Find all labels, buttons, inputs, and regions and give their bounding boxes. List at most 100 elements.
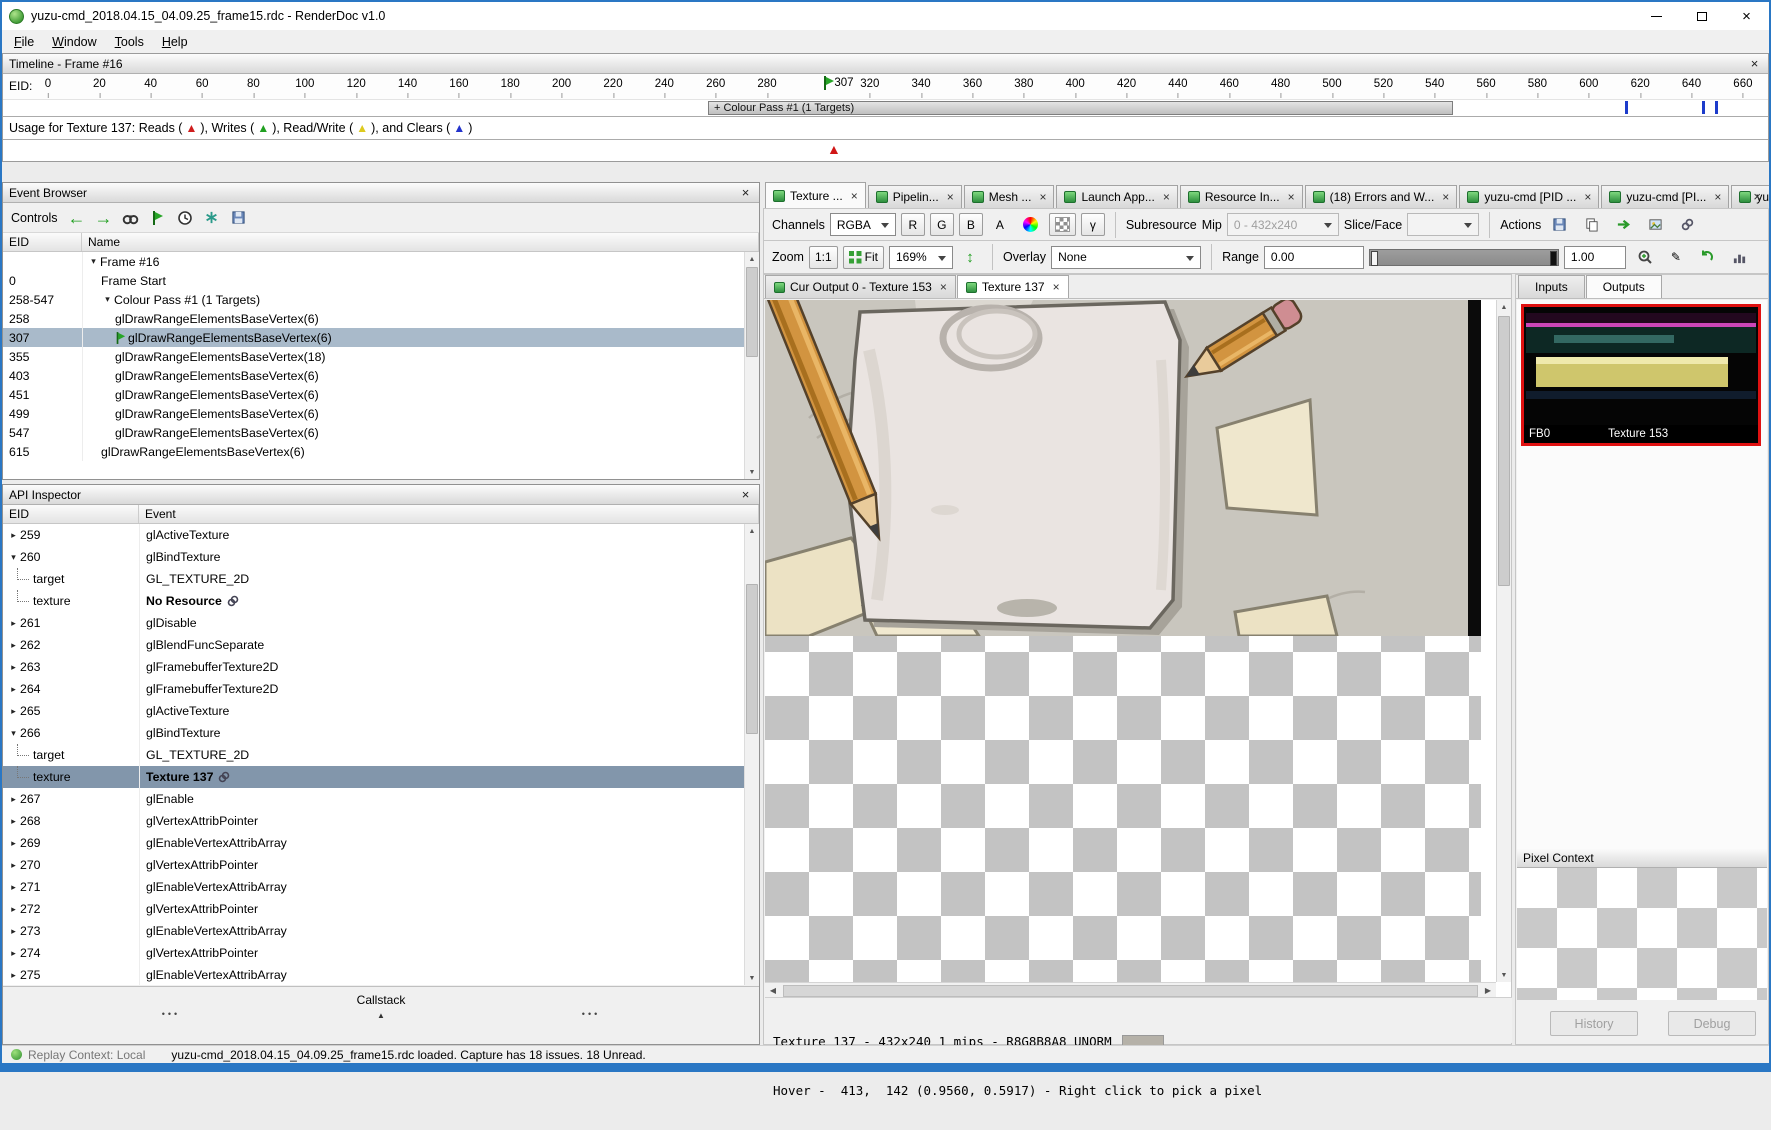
tree-expander-icon[interactable]: ▸	[7, 904, 20, 915]
tree-expander-icon[interactable]: ▸	[7, 640, 20, 651]
channels-select[interactable]: RGBA	[830, 213, 896, 236]
tab-launch-application[interactable]: Launch App...×	[1056, 185, 1177, 208]
api-inspector-header[interactable]: API Inspector ×	[3, 485, 759, 505]
output-thumbnail-fb0[interactable]: FB0 Texture 153	[1521, 304, 1761, 446]
tree-expander-icon[interactable]: ▾	[87, 256, 100, 267]
pixel-context-header[interactable]: Pixel Context	[1517, 848, 1767, 868]
scrollbar-thumb[interactable]	[783, 985, 1478, 997]
tree-expander-icon[interactable]: ▸	[7, 860, 20, 871]
zoom-1-1-button[interactable]: 1:1	[809, 246, 838, 269]
scroll-up-icon[interactable]: ▲	[1497, 300, 1511, 314]
gamma-button[interactable]: γ	[1081, 213, 1105, 236]
tab-errors-warnings[interactable]: (18) Errors and W...×	[1305, 185, 1458, 208]
reset-range-button[interactable]	[1693, 246, 1721, 269]
tree-expander-icon[interactable]: ▸	[7, 530, 20, 541]
tree-expander-icon[interactable]: ▸	[7, 816, 20, 827]
event-browser-scrollbar[interactable]: ▲ ▼	[744, 252, 759, 479]
api-row[interactable]: ▸259glActiveTexture	[3, 524, 744, 546]
api-row[interactable]: textureTexture 137	[3, 766, 744, 788]
api-row[interactable]: ▸273glEnableVertexAttribArray	[3, 920, 744, 942]
flip-y-button[interactable]: ↕	[958, 246, 982, 269]
tree-expander-icon[interactable]: ▸	[7, 618, 20, 629]
step-forward-button[interactable]: →	[94, 208, 114, 228]
fit-button[interactable]: Fit	[843, 246, 884, 269]
splitter-handle[interactable]: •••	[582, 1009, 600, 1019]
textab-texture-137[interactable]: Texture 137×	[957, 275, 1069, 298]
debug-button[interactable]: Debug	[1668, 1011, 1756, 1036]
api-row[interactable]: ▸274glVertexAttribPointer	[3, 942, 744, 964]
event-row[interactable]: 355glDrawRangeElementsBaseVertex(18)	[3, 347, 744, 366]
scrollbar-thumb[interactable]	[1498, 316, 1510, 586]
event-row[interactable]: 258-547▾Colour Pass #1 (1 Targets)	[3, 290, 744, 309]
tree-expander-icon[interactable]: ▸	[7, 970, 20, 981]
close-tab-icon[interactable]: ×	[1288, 190, 1295, 204]
column-eid[interactable]: EID	[3, 505, 139, 523]
column-eid[interactable]: EID	[3, 233, 82, 251]
splitter-handle[interactable]: •••	[162, 1009, 180, 1019]
alpha-channel-button[interactable]: A	[988, 213, 1012, 236]
close-tab-icon[interactable]: ×	[1442, 190, 1449, 204]
scroll-left-icon[interactable]: ◀	[765, 986, 781, 995]
replay-context-label[interactable]: Replay Context: Local	[28, 1048, 145, 1062]
mip-select[interactable]: 0 - 432x240	[1227, 213, 1339, 236]
close-tab-icon[interactable]: ×	[947, 190, 954, 204]
tab-inputs[interactable]: Inputs	[1518, 275, 1585, 298]
api-row[interactable]: textureNo Resource	[3, 590, 744, 612]
menu-tools[interactable]: Tools	[106, 32, 153, 52]
tab-capture-connection-3[interactable]: yuzu-cmd [PI...×	[1731, 185, 1771, 208]
event-row[interactable]: 258glDrawRangeElementsBaseVertex(6)	[3, 309, 744, 328]
api-row[interactable]: ▸262glBlendFuncSeparate	[3, 634, 744, 656]
blue-channel-button[interactable]: B	[959, 213, 983, 236]
zoom-range-button[interactable]	[1631, 246, 1659, 269]
api-row[interactable]: targetGL_TEXTURE_2D	[3, 744, 744, 766]
tab-capture-connection-2[interactable]: yuzu-cmd [PI...×	[1601, 185, 1729, 208]
menu-file[interactable]: File	[5, 32, 43, 52]
api-row[interactable]: ▸268glVertexAttribPointer	[3, 810, 744, 832]
tree-expander-icon[interactable]: ▾	[7, 728, 20, 739]
close-tab-icon[interactable]: ×	[1039, 190, 1046, 204]
scroll-down-icon[interactable]: ▼	[1497, 968, 1511, 982]
tree-expander-icon[interactable]: ▸	[7, 684, 20, 695]
api-row[interactable]: targetGL_TEXTURE_2D	[3, 568, 744, 590]
api-row[interactable]: ▸275glEnableVertexAttribArray	[3, 964, 744, 985]
api-row[interactable]: ▸272glVertexAttribPointer	[3, 898, 744, 920]
maximize-button[interactable]	[1679, 2, 1724, 30]
read-usage-marker-icon[interactable]: ▲	[827, 141, 841, 157]
api-row[interactable]: ▸267glEnable	[3, 788, 744, 810]
close-panel-icon[interactable]: ×	[1747, 57, 1762, 70]
event-row[interactable]: 403glDrawRangeElementsBaseVertex(6)	[3, 366, 744, 385]
goto-resource-button[interactable]	[1610, 213, 1637, 236]
event-marker-icon[interactable]	[1715, 101, 1718, 114]
tab-mesh-viewer[interactable]: Mesh ...×	[964, 185, 1055, 208]
range-min-input[interactable]: 0.00	[1264, 246, 1364, 269]
green-channel-button[interactable]: G	[930, 213, 954, 236]
event-row[interactable]: 615glDrawRangeElementsBaseVertex(6)	[3, 442, 744, 461]
tree-expander-icon[interactable]: ▾	[101, 294, 114, 305]
custom-colors-button[interactable]	[1017, 213, 1044, 236]
close-tabbar-icon[interactable]: ×	[1753, 189, 1761, 204]
history-button[interactable]: History	[1550, 1011, 1638, 1036]
export-events-button[interactable]	[229, 208, 249, 228]
close-tab-icon[interactable]: ×	[1163, 190, 1170, 204]
texture-view[interactable]: ▲ ▼ ◀ ▶	[765, 300, 1511, 998]
tree-expander-icon[interactable]: ▸	[7, 926, 20, 937]
texture-image[interactable]	[765, 300, 1481, 636]
event-row[interactable]: ▾Frame #16	[3, 252, 744, 271]
texture-vertical-scrollbar[interactable]: ▲ ▼	[1496, 300, 1511, 982]
timeline-ruler[interactable]: EID: 02040608010012014016018020022024026…	[3, 74, 1768, 99]
close-panel-icon[interactable]: ×	[738, 186, 753, 199]
tab-texture-viewer[interactable]: Texture ...×	[765, 182, 866, 208]
column-name[interactable]: Name	[82, 233, 759, 251]
usage-marker-track[interactable]: ▲	[3, 140, 1768, 160]
close-tab-icon[interactable]: ×	[940, 280, 947, 294]
scroll-right-icon[interactable]: ▶	[1480, 986, 1496, 995]
find-event-button[interactable]	[121, 208, 141, 228]
event-row[interactable]: 547glDrawRangeElementsBaseVertex(6)	[3, 423, 744, 442]
api-row[interactable]: ▸271glEnableVertexAttribArray	[3, 876, 744, 898]
zoom-select[interactable]: 169%	[889, 246, 953, 269]
scrollbar-thumb[interactable]	[746, 267, 758, 357]
tree-expander-icon[interactable]: ▸	[7, 794, 20, 805]
pixel-context-view[interactable]	[1517, 868, 1767, 1000]
histogram-button[interactable]	[1726, 246, 1753, 269]
save-texture-button[interactable]	[1546, 213, 1573, 236]
